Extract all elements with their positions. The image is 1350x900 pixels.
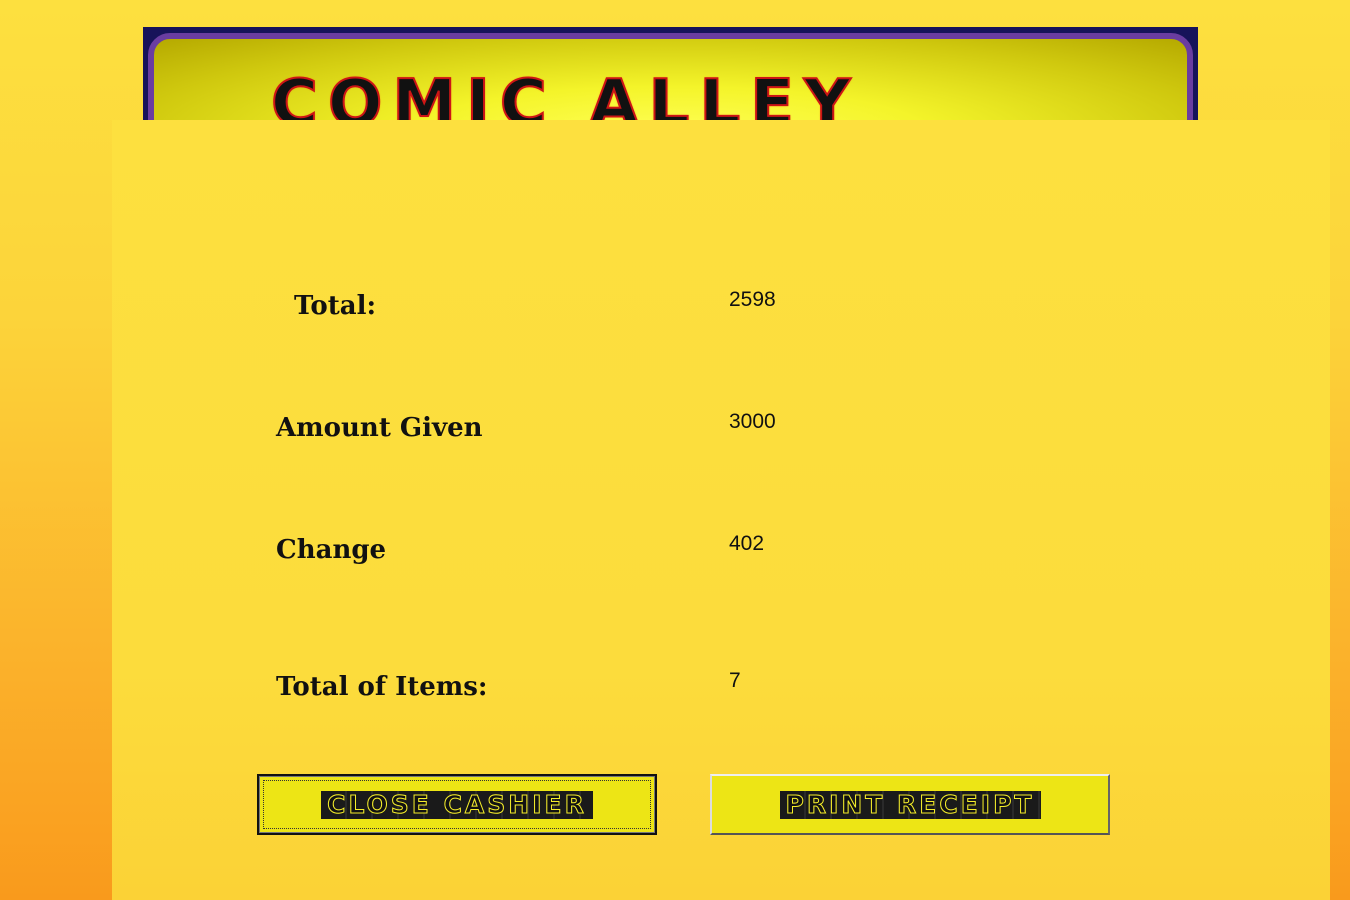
total-label: Total:	[294, 291, 377, 321]
amount-given-label: Amount Given	[276, 413, 483, 443]
change-value: 402	[729, 532, 765, 555]
print-receipt-button[interactable]: PRINT RECEIPT	[710, 774, 1110, 835]
change-label: Change	[276, 535, 387, 565]
close-cashier-button[interactable]: CLOSE CASHIER	[257, 774, 657, 835]
store-logo: COMIC ALLEY	[270, 66, 861, 120]
cashier-summary-panel: Total: 2598 Amount Given 3000 Change 402…	[112, 120, 1330, 900]
total-items-label: Total of Items:	[276, 672, 488, 702]
total-items-value: 7	[729, 669, 741, 692]
close-cashier-label: CLOSE CASHIER	[321, 790, 593, 819]
header-banner: COMIC ALLEY	[143, 27, 1198, 120]
total-value: 2598	[729, 288, 776, 311]
amount-given-value: 3000	[729, 410, 776, 433]
print-receipt-label: PRINT RECEIPT	[779, 790, 1041, 819]
